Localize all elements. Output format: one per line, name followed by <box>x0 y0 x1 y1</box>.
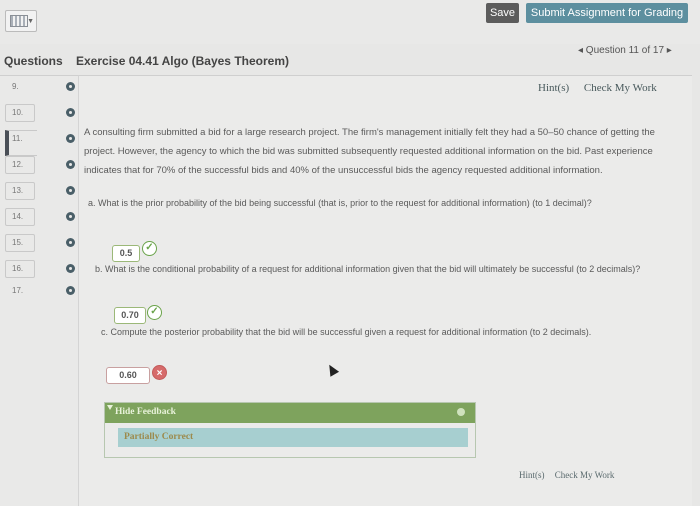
question-number: 11. <box>12 134 23 143</box>
feedback-status-text: Partially Correct <box>124 432 194 442</box>
question-number: 15. <box>12 238 24 247</box>
hide-feedback-toggle[interactable]: Hide Feedback <box>105 403 475 423</box>
status-dot-icon <box>66 160 75 169</box>
status-dot-icon <box>66 212 75 221</box>
status-dot-icon <box>66 238 75 247</box>
hints-link[interactable]: Hint(s) <box>538 82 569 94</box>
feedback-panel: Hide Feedback Partially Correct <box>104 402 476 458</box>
submit-assignment-button[interactable]: Submit Assignment for Grading <box>526 3 688 23</box>
calculator-icon[interactable]: ▼ <box>5 10 37 32</box>
calculator-screen <box>10 15 28 27</box>
part-c-question: c. Compute the posterior probability tha… <box>101 327 592 337</box>
feedback-options-icon[interactable] <box>457 408 465 416</box>
dropdown-caret-icon: ▼ <box>27 18 34 25</box>
save-button[interactable]: Save <box>486 3 519 23</box>
bottom-help-links: Hint(s) Check My Work <box>519 470 614 480</box>
hide-feedback-label: Hide Feedback <box>115 407 176 417</box>
answer-a-input[interactable]: 0.5 <box>112 245 140 262</box>
question-number: 10. <box>12 108 24 117</box>
question-number: 17. <box>12 286 24 295</box>
top-help-links: Hint(s) Check My Work <box>538 82 657 94</box>
question-item-9[interactable]: 9. <box>0 76 78 100</box>
status-dot-icon <box>66 264 75 273</box>
question-number: 13. <box>12 186 24 195</box>
status-dot-icon <box>66 134 75 143</box>
question-item-12[interactable]: 12. <box>0 154 78 178</box>
question-navigator[interactable]: ◂ Question 11 of 17 ▸ <box>578 45 672 56</box>
answer-b-input[interactable]: 0.70 <box>114 307 146 324</box>
status-dot-icon <box>66 108 75 117</box>
status-dot-icon <box>66 286 75 295</box>
status-dot-icon <box>66 186 75 195</box>
answer-c-input[interactable]: 0.60 <box>106 367 150 384</box>
exercise-title: Exercise 04.41 Algo (Bayes Theorem) <box>76 54 289 68</box>
question-list: 9. 10. 11. 12. 13. 14. 15. 16. 17. <box>0 75 78 506</box>
correct-check-icon: ✓ <box>142 241 157 256</box>
top-toolbar: ▼ Save Submit Assignment for Grading <box>0 0 700 44</box>
question-item-10[interactable]: 10. <box>0 102 78 126</box>
question-number: 9. <box>12 82 19 91</box>
question-number: 16. <box>12 264 24 273</box>
status-dot-icon <box>66 82 75 91</box>
question-item-11[interactable]: 11. <box>0 128 78 156</box>
problem-statement: A consulting firm submitted a bid for a … <box>84 127 655 176</box>
correct-check-icon: ✓ <box>147 305 162 320</box>
questions-heading: Questions <box>4 54 63 68</box>
question-item-17[interactable]: 17. <box>0 280 78 304</box>
question-item-16[interactable]: 16. <box>0 258 78 282</box>
question-item-13[interactable]: 13. <box>0 180 78 204</box>
feedback-status-bar: Partially Correct <box>118 428 468 447</box>
question-item-14[interactable]: 14. <box>0 206 78 230</box>
collapse-triangle-icon <box>107 405 113 410</box>
incorrect-x-icon: × <box>152 365 167 380</box>
hints-link-bottom[interactable]: Hint(s) <box>519 470 545 480</box>
part-b-question: b. What is the conditional probability o… <box>95 264 641 274</box>
part-a-question: a. What is the prior probability of the … <box>88 198 592 208</box>
question-item-15[interactable]: 15. <box>0 232 78 256</box>
check-my-work-link[interactable]: Check My Work <box>584 82 657 94</box>
question-number: 12. <box>12 160 24 169</box>
check-my-work-link-bottom[interactable]: Check My Work <box>555 470 615 480</box>
question-number: 14. <box>12 212 24 221</box>
